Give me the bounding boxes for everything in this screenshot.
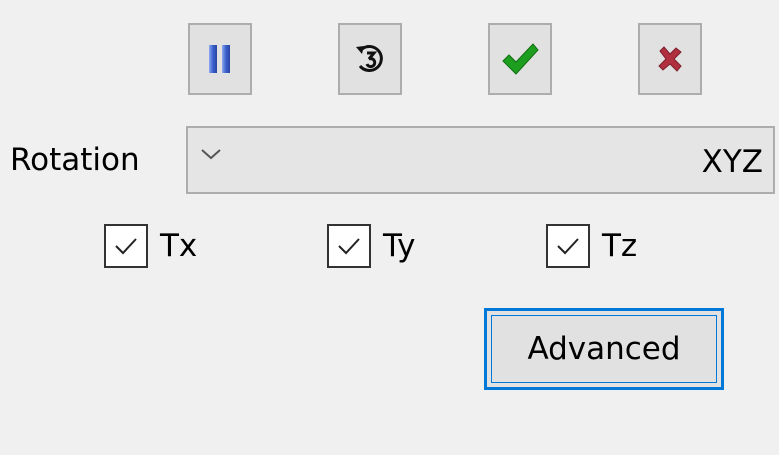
checkbox-tx-box[interactable] [104, 224, 148, 268]
advanced-button-label: Advanced [491, 315, 717, 383]
cancel-button[interactable] [638, 23, 702, 95]
checkbox-ty-box[interactable] [327, 224, 371, 268]
apply-button[interactable] [488, 23, 552, 95]
check-icon [500, 41, 540, 77]
checkbox-tz-label: Tz [602, 228, 638, 264]
rotation-select[interactable]: XYZ [186, 126, 775, 194]
reset-icon [353, 42, 387, 76]
checkbox-tx-label: Tx [160, 228, 198, 264]
chevron-down-icon [200, 146, 222, 165]
advanced-button[interactable]: Advanced [484, 308, 724, 390]
checkbox-tx[interactable]: Tx [104, 222, 197, 270]
pause-button[interactable] [188, 23, 252, 95]
pause-icon [207, 43, 233, 75]
rotation-label: Rotation [10, 142, 140, 178]
rotation-value: XYZ [701, 144, 763, 180]
checkbox-tz[interactable]: Tz [546, 222, 637, 270]
reset-button[interactable] [338, 23, 402, 95]
checkbox-tz-box[interactable] [546, 224, 590, 268]
checkbox-ty-label: Ty [383, 228, 416, 264]
checkbox-ty[interactable]: Ty [327, 222, 415, 270]
close-icon [656, 45, 684, 73]
